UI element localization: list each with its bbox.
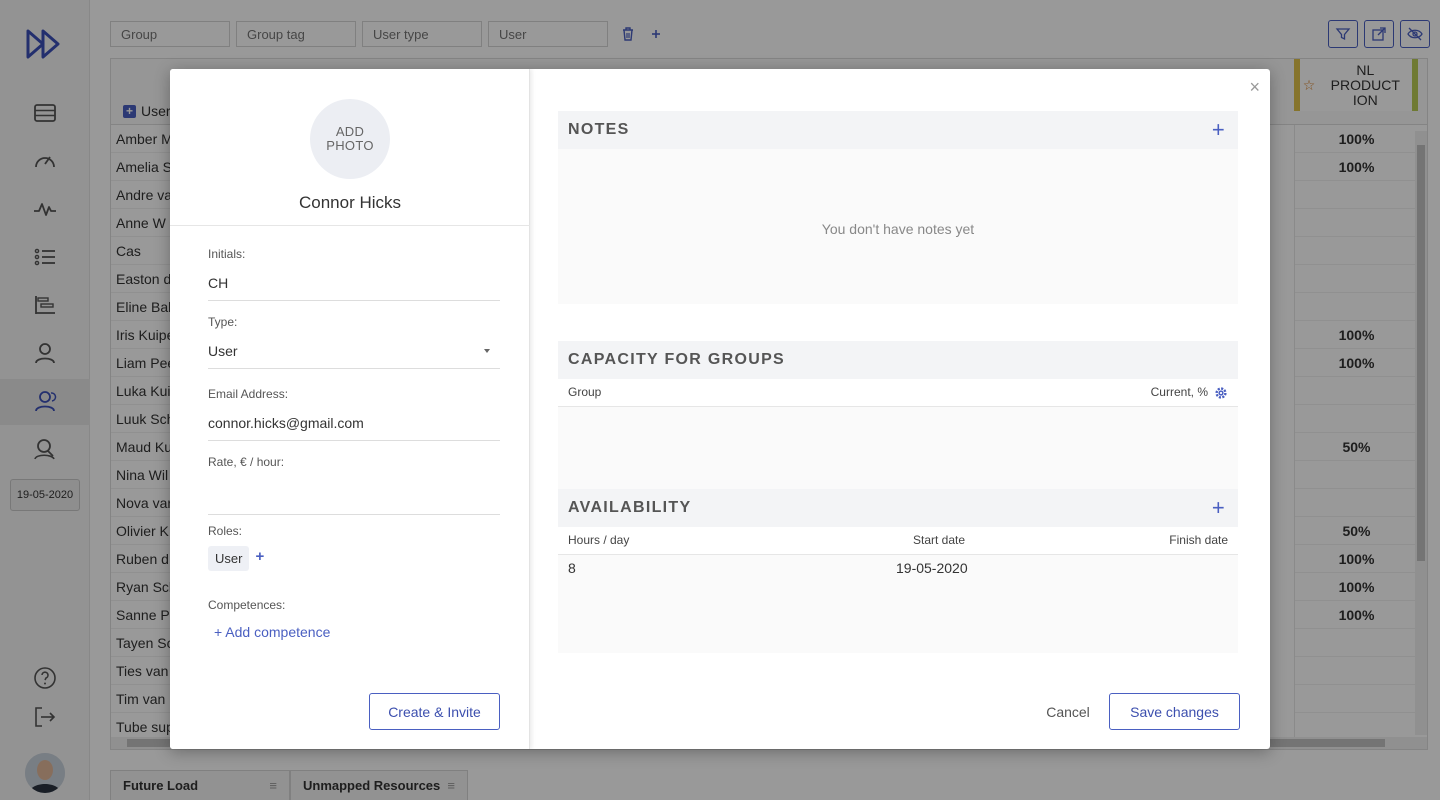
availability-hours: 8 bbox=[568, 560, 576, 576]
rate-label: Rate, € / hour: bbox=[208, 455, 285, 469]
capacity-section: CAPACITY FOR GROUPS Group Current, % bbox=[558, 341, 1238, 489]
roles-field: Roles: User + bbox=[208, 524, 500, 571]
capacity-table-header: Group Current, % bbox=[558, 379, 1238, 407]
availability-title: AVAILABILITY bbox=[568, 499, 692, 516]
add-role-icon[interactable]: + bbox=[255, 548, 264, 565]
initials-label: Initials: bbox=[208, 247, 246, 261]
create-invite-button[interactable]: Create & Invite bbox=[369, 693, 500, 730]
rate-input[interactable] bbox=[208, 481, 500, 515]
availability-body: 8 19-05-2020 bbox=[558, 555, 1238, 653]
add-availability-icon[interactable]: + bbox=[1212, 495, 1226, 521]
notes-header: NOTES + bbox=[558, 111, 1238, 149]
profile-divider bbox=[170, 225, 530, 226]
notes-title: NOTES bbox=[568, 121, 630, 138]
notes-body: You don't have notes yet bbox=[558, 149, 1238, 304]
close-icon[interactable]: × bbox=[1249, 77, 1260, 98]
cancel-button[interactable]: Cancel bbox=[1028, 693, 1108, 730]
save-changes-button[interactable]: Save changes bbox=[1109, 693, 1240, 730]
availability-header: AVAILABILITY + bbox=[558, 489, 1238, 527]
roles-label: Roles: bbox=[208, 524, 243, 538]
availability-table-header: Hours / day Start date Finish date bbox=[558, 527, 1238, 555]
user-profile-panel: ADD PHOTO Connor Hicks Initials: CH Type… bbox=[170, 69, 530, 749]
user-full-name: Connor Hicks bbox=[298, 193, 402, 212]
type-label: Type: bbox=[208, 315, 238, 329]
type-select[interactable]: User bbox=[208, 341, 500, 369]
email-label: Email Address: bbox=[208, 387, 289, 401]
availability-row[interactable]: 8 19-05-2020 bbox=[558, 555, 1238, 583]
availability-col-hours: Hours / day bbox=[568, 533, 630, 547]
role-chip[interactable]: User bbox=[208, 546, 250, 571]
notes-empty-text: You don't have notes yet bbox=[821, 221, 975, 237]
chevron-down-icon bbox=[484, 349, 490, 353]
availability-section: AVAILABILITY + Hours / day Start date Fi… bbox=[558, 489, 1238, 653]
gear-icon[interactable] bbox=[1214, 386, 1228, 400]
type-select-value: User bbox=[208, 343, 238, 359]
availability-col-finish: Finish date bbox=[1169, 533, 1228, 547]
capacity-body bbox=[558, 407, 1238, 489]
type-field: Type: User bbox=[208, 315, 500, 369]
capacity-col-current: Current, % bbox=[1150, 385, 1208, 399]
notes-section: NOTES + You don't have notes yet bbox=[558, 111, 1238, 304]
details-panel: NOTES + You don't have notes yet CAPACIT… bbox=[558, 69, 1238, 749]
competences-label: Competences: bbox=[208, 598, 286, 612]
capacity-header: CAPACITY FOR GROUPS bbox=[558, 341, 1238, 379]
availability-col-start: Start date bbox=[913, 533, 966, 547]
initials-input[interactable]: CH bbox=[208, 273, 500, 301]
capacity-title: CAPACITY FOR GROUPS bbox=[568, 351, 786, 368]
availability-start: 19-05-2020 bbox=[896, 560, 968, 576]
add-photo-button[interactable]: ADD PHOTO bbox=[310, 99, 390, 179]
initials-field: Initials: CH bbox=[208, 247, 500, 301]
email-field: Email Address: connor.hicks@gmail.com bbox=[208, 387, 500, 441]
rate-field: Rate, € / hour: bbox=[208, 455, 500, 515]
add-note-icon[interactable]: + bbox=[1212, 117, 1226, 143]
user-edit-modal: ADD PHOTO Connor Hicks Initials: CH Type… bbox=[170, 69, 1270, 749]
add-competence-link[interactable]: + Add competence bbox=[214, 624, 330, 640]
email-input[interactable]: connor.hicks@gmail.com bbox=[208, 413, 500, 441]
competences-field: Competences: + Add competence bbox=[208, 598, 500, 640]
capacity-col-group: Group bbox=[568, 385, 602, 399]
